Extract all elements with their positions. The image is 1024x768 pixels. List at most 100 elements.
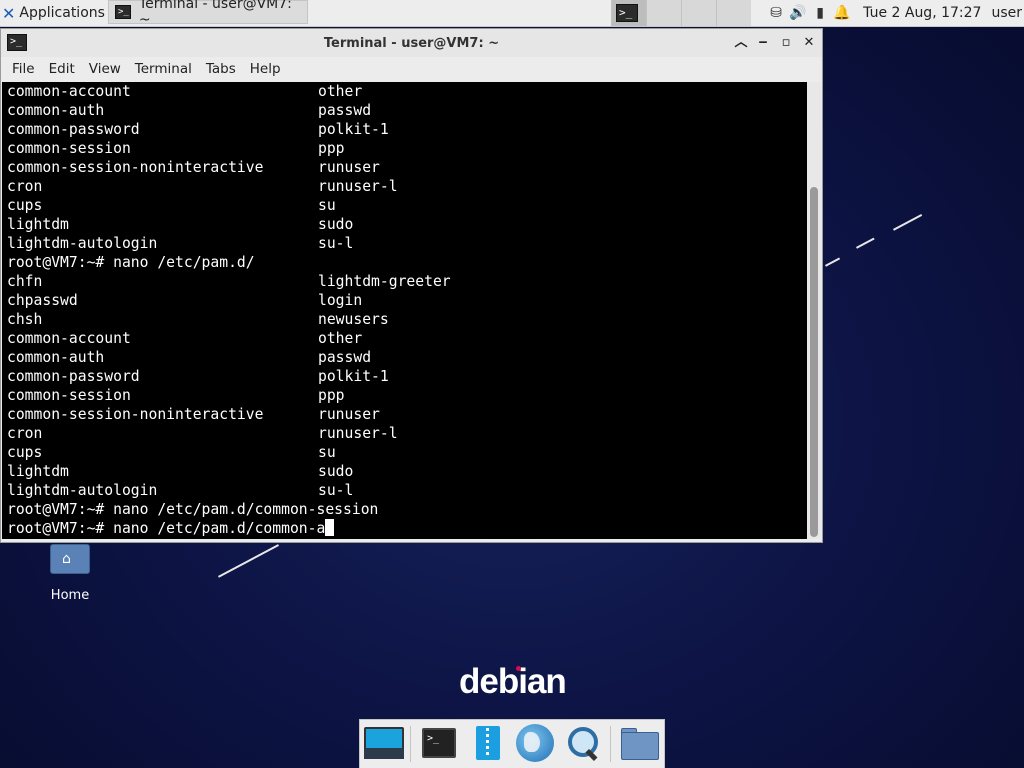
menu-file[interactable]: File xyxy=(1,57,42,81)
terminal-line-col1: common-auth xyxy=(7,349,105,366)
magnifier-icon xyxy=(568,727,598,757)
window-title: Terminal - user@VM7: ~ xyxy=(323,35,500,51)
terminal-line-col2: su-l xyxy=(318,482,354,499)
terminal-line-col2: su-l xyxy=(318,235,354,252)
terminal-line-col2: newusers xyxy=(318,311,389,328)
terminal-icon: >_ xyxy=(115,5,131,19)
terminal-line-col2: passwd xyxy=(318,102,372,119)
battery-icon[interactable]: ▮ xyxy=(809,5,831,21)
user-menu[interactable]: user xyxy=(991,5,1022,21)
wallpaper-streak xyxy=(218,544,279,578)
terminal-line-col2: sudo xyxy=(318,216,354,233)
wallpaper-streak xyxy=(893,213,923,231)
top-panel: ✕ Applications >_ Terminal - user@VM7: ~… xyxy=(0,0,1024,28)
dock-search-launcher[interactable] xyxy=(562,724,604,764)
terminal-line-col1: common-account xyxy=(7,83,131,100)
desktop-icon-bar xyxy=(364,748,404,759)
terminal-icon: >_ xyxy=(616,4,638,22)
clock[interactable]: Tue 2 Aug, 17:27 xyxy=(863,5,981,21)
terminal-line: chsh newusers xyxy=(2,310,807,329)
applications-menu[interactable]: ✕ Applications xyxy=(0,0,111,26)
terminal-output[interactable]: common-account other common-auth passwd comm… xyxy=(2,82,807,539)
terminal-line-col1: cups xyxy=(7,444,43,461)
xfce-logo-icon: ✕ xyxy=(2,3,16,23)
workspace-4-button[interactable] xyxy=(716,0,751,26)
terminal-line: common-account other xyxy=(2,82,807,101)
debian-logo: debian xyxy=(459,662,567,701)
system-tray: ⛁ 🔊 ▮ 🔔 Tue 2 Aug, 17:27 user xyxy=(765,0,1024,26)
terminal-scrollbar[interactable] xyxy=(807,82,821,539)
show-desktop-button[interactable] xyxy=(363,724,405,764)
menu-help[interactable]: Help xyxy=(243,57,288,81)
workspace-3-button[interactable] xyxy=(681,0,716,26)
terminal-line-col2: other xyxy=(318,330,363,347)
menu-edit[interactable]: Edit xyxy=(42,57,82,81)
globe-land-icon xyxy=(524,732,540,752)
terminal-line-col1: cups xyxy=(7,197,43,214)
bell-icon[interactable]: 🔔 xyxy=(831,5,853,21)
dock-archive-launcher[interactable] xyxy=(466,724,508,764)
terminal-line-col2: su xyxy=(318,444,336,461)
chevron-up-icon[interactable]: ︿ xyxy=(731,33,751,53)
terminal-line-col2: runuser xyxy=(318,406,380,423)
minimize-button[interactable]: ‒ xyxy=(753,33,773,53)
taskbar-terminal-button[interactable]: >_ Terminal - user@VM7: ~ xyxy=(108,0,308,28)
terminal-line-col1: common-password xyxy=(7,368,140,385)
terminal-line-col1: chfn xyxy=(7,273,43,290)
window-titlebar[interactable]: >_ Terminal - user@VM7: ~ ︿ ‒ ▫ ✕ xyxy=(1,29,822,57)
terminal-line-col2: sudo xyxy=(318,463,354,480)
terminal-line-col1: chsh xyxy=(7,311,43,328)
scrollbar-thumb[interactable] xyxy=(810,187,818,537)
terminal-line: common-account other xyxy=(2,329,807,348)
menu-terminal[interactable]: Terminal xyxy=(128,57,199,81)
folder-icon xyxy=(621,732,659,760)
terminal-line: common-session-noninteractive runuser xyxy=(2,158,807,177)
terminal-line-col2: login xyxy=(318,292,363,309)
network-icon[interactable]: ⛁ xyxy=(765,5,787,21)
prompt-text: root@VM7:~# nano /etc/pam.d/common-a xyxy=(7,520,326,537)
terminal-line-col1: common-session xyxy=(7,140,131,157)
terminal-line-col1: root@VM7:~# nano /etc/pam.d/ xyxy=(7,254,255,271)
terminal-line-col1: lightdm-autologin xyxy=(7,482,158,499)
terminal-line: chfn lightdm-greeter xyxy=(2,272,807,291)
terminal-icon: >_ xyxy=(422,728,456,758)
terminal-line-col2: other xyxy=(318,83,363,100)
menubar: File Edit View Terminal Tabs Help xyxy=(1,57,822,81)
dock-terminal-launcher[interactable]: >_ xyxy=(418,724,460,764)
terminal-line: lightdm-autologin su-l xyxy=(2,234,807,253)
maximize-button[interactable]: ▫ xyxy=(776,33,796,53)
terminal-line-col1: chpasswd xyxy=(7,292,78,309)
terminal-line: lightdm sudo xyxy=(2,215,807,234)
terminal-line-col1: common-account xyxy=(7,330,131,347)
terminal-line: cron runuser-l xyxy=(2,177,807,196)
terminal-line-col1: common-password xyxy=(7,121,140,138)
terminal-line: root@VM7:~# nano /etc/pam.d/common-sessi… xyxy=(2,500,807,519)
terminal-line-col1: cron xyxy=(7,425,43,442)
terminal-line: cups su xyxy=(2,196,807,215)
workspace-2-button[interactable] xyxy=(646,0,681,26)
debian-logo-dot xyxy=(516,666,521,671)
close-button[interactable]: ✕ xyxy=(799,33,819,53)
terminal-window: >_ Terminal - user@VM7: ~ ︿ ‒ ▫ ✕ File Ed… xyxy=(0,28,823,543)
dock-file-manager-launcher[interactable] xyxy=(618,724,660,764)
terminal-line: root@VM7:~# nano /etc/pam.d/ xyxy=(2,253,807,272)
dock-web-browser-launcher[interactable] xyxy=(514,724,556,764)
workspace-1-button[interactable]: >_ xyxy=(611,0,646,26)
terminal-line-col1: cron xyxy=(7,178,43,195)
desktop-home-icon[interactable]: ⌂ Home xyxy=(40,544,100,603)
menu-view[interactable]: View xyxy=(82,57,128,81)
menu-tabs[interactable]: Tabs xyxy=(199,57,243,81)
terminal-line-col1: common-session-noninteractive xyxy=(7,406,264,423)
wallpaper-streak xyxy=(856,237,875,249)
house-icon: ⌂ xyxy=(62,551,71,567)
dock-separator xyxy=(410,726,411,762)
terminal-prompt-line[interactable]: root@VM7:~# nano /etc/pam.d/common-a xyxy=(2,519,807,538)
terminal-line-col1: root@VM7:~# nano /etc/pam.d/common-sessi… xyxy=(7,501,379,518)
terminal-line: common-session-noninteractive runuser xyxy=(2,405,807,424)
home-label: Home xyxy=(50,588,90,603)
terminal-line-col2: runuser xyxy=(318,159,380,176)
volume-icon[interactable]: 🔊 xyxy=(787,5,809,21)
terminal-lines: common-account other common-auth passwd comm… xyxy=(2,82,807,519)
terminal-line: chpasswd login xyxy=(2,291,807,310)
terminal-line-col2: su xyxy=(318,197,336,214)
